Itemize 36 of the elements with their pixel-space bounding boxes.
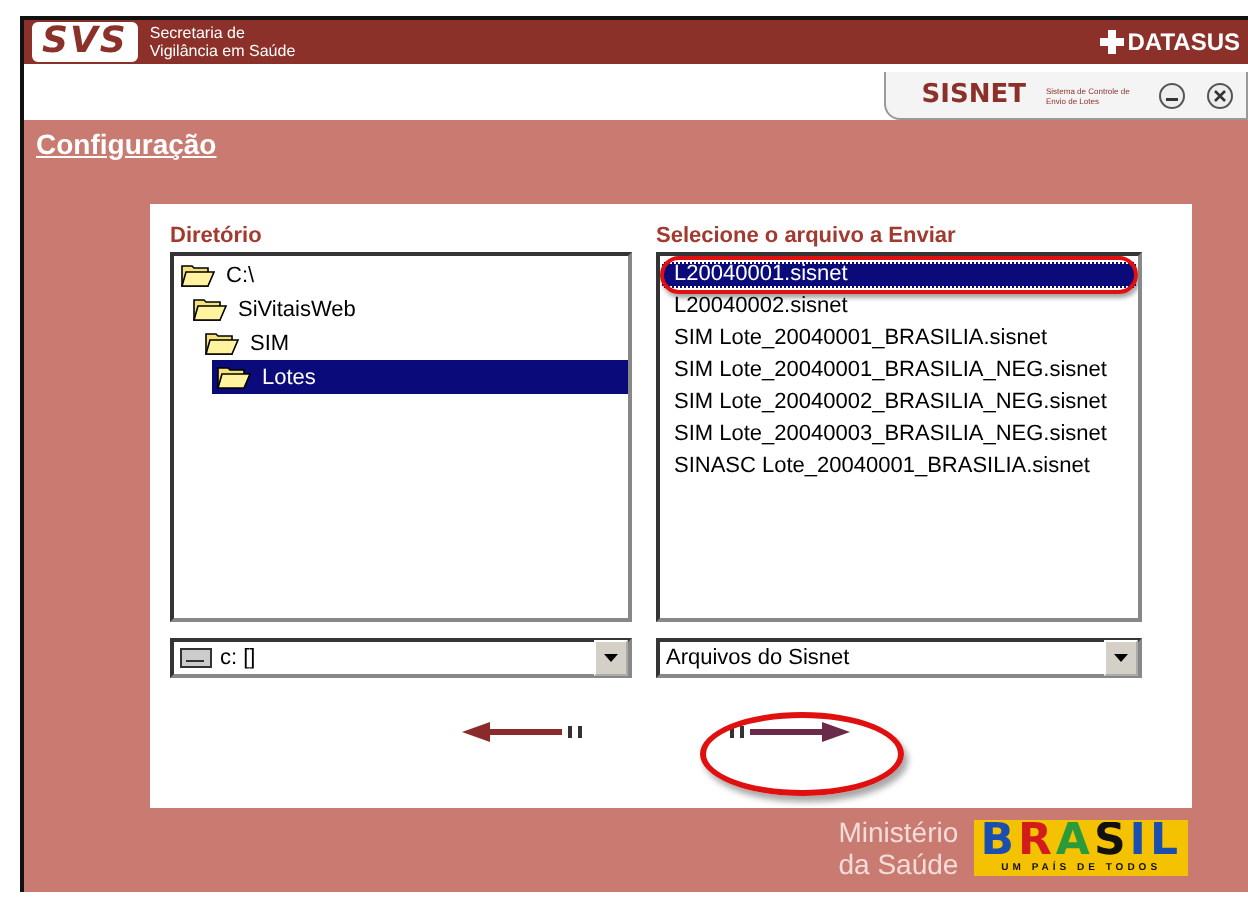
- folder-icon: [180, 262, 216, 288]
- file-item[interactable]: L20040001.sisnet: [662, 262, 1136, 288]
- caret-icon: [604, 654, 618, 662]
- file-item[interactable]: SIM Lote_20040001_BRASILIA_NEG.sisnet: [662, 358, 1136, 384]
- ministry-name: da Saúde: [838, 848, 959, 880]
- file-item[interactable]: SIM Lote_20040001_BRASILIA.sisnet: [662, 326, 1136, 352]
- file-item[interactable]: SIM Lote_20040002_BRASILIA_NEG.sisnet: [662, 390, 1136, 416]
- directory-tree[interactable]: C:\ SiVitaisWeb SIM Lotes: [170, 252, 632, 622]
- file-list[interactable]: [656, 252, 1142, 622]
- caret-icon: [1114, 654, 1128, 662]
- minimize-icon[interactable]: [1158, 81, 1186, 109]
- brand-name: DATASUS: [1127, 28, 1240, 56]
- section-label: Selecione o arquivo a Enviar: [656, 224, 958, 252]
- right-arrow-icon[interactable]: [726, 722, 850, 742]
- drive-icon: [180, 648, 212, 668]
- cross-icon: [1099, 30, 1124, 54]
- tree-item[interactable]: SiVitaisWeb: [188, 292, 628, 326]
- close-icon[interactable]: [1206, 81, 1234, 109]
- tree-item[interactable]: C:\: [176, 258, 618, 292]
- tree-item[interactable]: Lotes: [212, 360, 628, 394]
- org-name: Vigilância em Saúde: [149, 42, 296, 60]
- section-label: Diretório: [170, 224, 264, 252]
- left-arrow-icon[interactable]: [462, 722, 586, 742]
- org-name: Secretaria de: [149, 24, 247, 42]
- logo: SVS: [32, 22, 138, 62]
- file-item[interactable]: L20040002.sisnet: [662, 294, 1136, 320]
- app-name: SISNET: [921, 80, 1026, 110]
- file-item[interactable]: SINASC Lote_20040001_BRASILIA.sisnet: [662, 454, 1136, 480]
- drive-dropdown[interactable]: c: []: [170, 638, 632, 678]
- file-item[interactable]: SIM Lote_20040003_BRASILIA_NEG.sisnet: [662, 422, 1136, 448]
- tree-item[interactable]: SIM: [200, 326, 628, 360]
- folder-icon: [216, 364, 252, 390]
- ministry-name: Ministério: [838, 816, 959, 848]
- folder-icon: [204, 330, 240, 356]
- file-type-dropdown[interactable]: Arquivos do Sisnet: [656, 638, 1142, 678]
- folder-icon: [192, 296, 228, 322]
